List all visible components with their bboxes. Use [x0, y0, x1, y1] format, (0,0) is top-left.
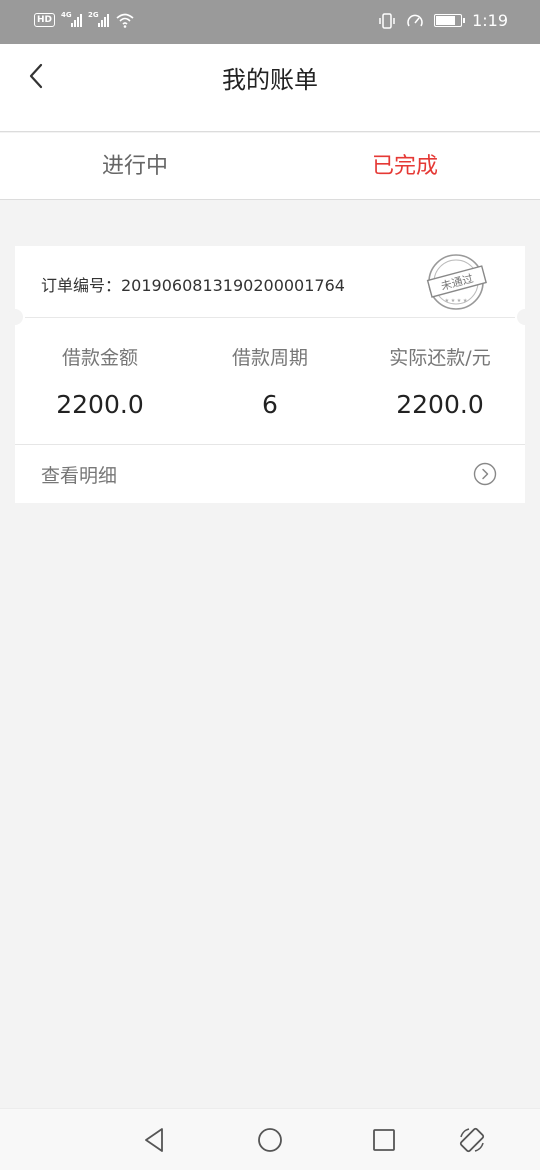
- rejected-stamp-icon: 未通过 ★ ★ ★ ★: [426, 254, 487, 310]
- signal-icon: 4G: [61, 11, 83, 27]
- page-title: 我的账单: [222, 66, 318, 94]
- divider: [25, 317, 515, 318]
- tab-completed[interactable]: 已完成: [270, 133, 540, 199]
- system-nav-bar: [0, 1108, 540, 1170]
- order-number: 订单编号：2019060813190200001764: [41, 276, 345, 295]
- order-header: 订单编号：2019060813190200001764 未通过 ★ ★ ★ ★: [15, 246, 525, 318]
- hd-icon: HD: [34, 13, 56, 27]
- svg-text:★ ★ ★ ★: ★ ★ ★ ★: [445, 298, 468, 304]
- nav-recents-button[interactable]: [367, 1123, 401, 1157]
- speed-icon: [407, 14, 423, 26]
- rotate-screen-button[interactable]: [455, 1123, 489, 1157]
- signal-icon: 2G: [88, 11, 110, 27]
- nav-back-button[interactable]: [137, 1123, 171, 1157]
- square-recents-icon: [373, 1129, 395, 1151]
- nav-home-button[interactable]: [253, 1123, 287, 1157]
- chevron-right-circle-icon: [473, 462, 497, 486]
- stat-label: 借款金额: [61, 347, 138, 369]
- stat-value: 6: [262, 390, 278, 419]
- tab-bar: 进行中 已完成: [0, 133, 540, 200]
- card-notch-left: [7, 309, 23, 325]
- order-card: 订单编号：2019060813190200001764 未通过 ★ ★ ★ ★ …: [7, 246, 533, 503]
- view-details-label: 查看明细: [41, 465, 118, 487]
- stat-label: 借款周期: [231, 347, 308, 369]
- stat-value: 2200.0: [396, 390, 484, 419]
- stat-loan-period: 借款周期 6: [185, 326, 355, 444]
- battery-icon: [434, 14, 466, 27]
- stat-loan-amount: 借款金额 2200.0: [15, 326, 185, 444]
- circle-home-icon: [258, 1128, 282, 1152]
- stat-label: 实际还款/元: [389, 347, 491, 369]
- stat-actual-repayment: 实际还款/元 2200.0: [355, 326, 525, 444]
- status-left: HD 4G 2G: [34, 11, 135, 28]
- status-right: 1:19: [378, 11, 508, 30]
- status-bar: HD 4G 2G 1:19: [0, 0, 540, 44]
- rotate-icon: [459, 1127, 485, 1153]
- triangle-back-icon: [145, 1128, 163, 1152]
- clock: 1:19: [472, 11, 508, 30]
- stat-value: 2200.0: [56, 390, 144, 419]
- wifi-icon: [116, 13, 134, 28]
- app-header: 我的账单: [0, 44, 540, 132]
- card-notch-right: [517, 309, 533, 325]
- order-stats: 借款金额 2200.0 借款周期 6 实际还款/元 2200.0: [15, 326, 525, 444]
- vibrate-icon: [379, 12, 395, 29]
- tab-in-progress[interactable]: 进行中: [0, 133, 270, 199]
- view-details-row[interactable]: 查看明细: [15, 444, 525, 503]
